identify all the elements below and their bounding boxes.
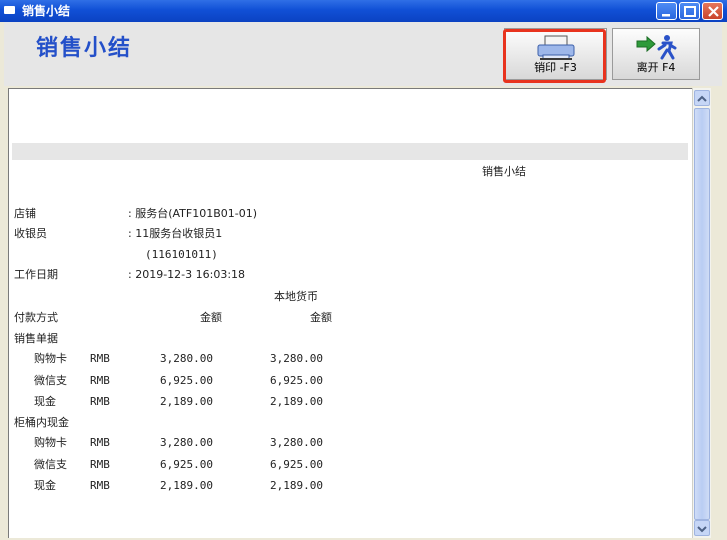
header-panel: 销售小结 销印 -F3 离开 F4 bbox=[4, 22, 722, 86]
chevron-down-icon bbox=[697, 526, 707, 533]
amount: 2,189.00 bbox=[160, 479, 213, 492]
cashier-label: 收银员 bbox=[14, 227, 47, 240]
workday-value: : 2019-12-3 16:03:18 bbox=[128, 268, 246, 281]
cashier-id: (116101011) bbox=[145, 248, 218, 261]
amount: 2,189.00 bbox=[160, 395, 213, 408]
maximize-button[interactable] bbox=[679, 2, 700, 20]
minimize-button[interactable] bbox=[656, 2, 677, 20]
amount-local: 6,925.00 bbox=[270, 458, 323, 471]
scrollbar-thumb[interactable] bbox=[694, 108, 710, 520]
currency: RMB bbox=[90, 479, 110, 492]
currency: RMB bbox=[90, 374, 110, 387]
scroll-down-button[interactable] bbox=[694, 520, 710, 536]
store-value: : 服务台(ATF101B01-01) bbox=[128, 207, 258, 220]
amount-header: 金额 bbox=[200, 311, 222, 324]
cashier-value: : 11服务台收银员1 bbox=[128, 227, 223, 240]
amount: 3,280.00 bbox=[160, 436, 213, 449]
payment-method-header: 付款方式 bbox=[14, 311, 58, 324]
store-label: 店铺 bbox=[14, 207, 36, 220]
title-bar: 销售小结 bbox=[0, 0, 727, 22]
amount-local: 3,280.00 bbox=[270, 352, 323, 365]
currency: RMB bbox=[90, 436, 110, 449]
amount: 6,925.00 bbox=[160, 374, 213, 387]
payment-method: 微信支 bbox=[34, 458, 67, 471]
exit-button[interactable]: 离开 F4 bbox=[612, 28, 700, 80]
payment-method: 微信支 bbox=[34, 374, 67, 387]
close-button[interactable] bbox=[702, 2, 723, 20]
amount-local-header: 金额 bbox=[310, 311, 332, 324]
exit-button-label: 离开 F4 bbox=[636, 61, 676, 74]
currency: RMB bbox=[90, 395, 110, 408]
chevron-up-icon bbox=[697, 95, 707, 102]
workday-label: 工作日期 bbox=[14, 268, 58, 281]
window-icon bbox=[4, 6, 15, 14]
print-button-highlight bbox=[503, 29, 606, 83]
amount-local: 6,925.00 bbox=[270, 374, 323, 387]
amount-local: 2,189.00 bbox=[270, 395, 323, 408]
amount: 6,925.00 bbox=[160, 458, 213, 471]
vertical-scrollbar[interactable] bbox=[692, 88, 711, 538]
scroll-up-button[interactable] bbox=[694, 90, 710, 106]
report-title: 销售小结 bbox=[482, 165, 526, 178]
currency: RMB bbox=[90, 352, 110, 365]
payment-method: 现金 bbox=[34, 479, 56, 492]
payment-method: 购物卡 bbox=[34, 352, 67, 365]
page-title: 销售小结 bbox=[36, 36, 133, 61]
amount-local: 3,280.00 bbox=[270, 436, 323, 449]
payment-method: 购物卡 bbox=[34, 436, 67, 449]
currency: RMB bbox=[90, 458, 110, 471]
local-currency-header: 本地货币 bbox=[274, 290, 318, 303]
report-separator-band bbox=[12, 143, 688, 160]
amount: 3,280.00 bbox=[160, 352, 213, 365]
amount-local: 2,189.00 bbox=[270, 479, 323, 492]
window-title: 销售小结 bbox=[22, 4, 71, 18]
section-title: 柜桶内现金 bbox=[14, 416, 69, 429]
payment-method: 现金 bbox=[34, 395, 56, 408]
section-title: 销售单据 bbox=[14, 332, 58, 345]
